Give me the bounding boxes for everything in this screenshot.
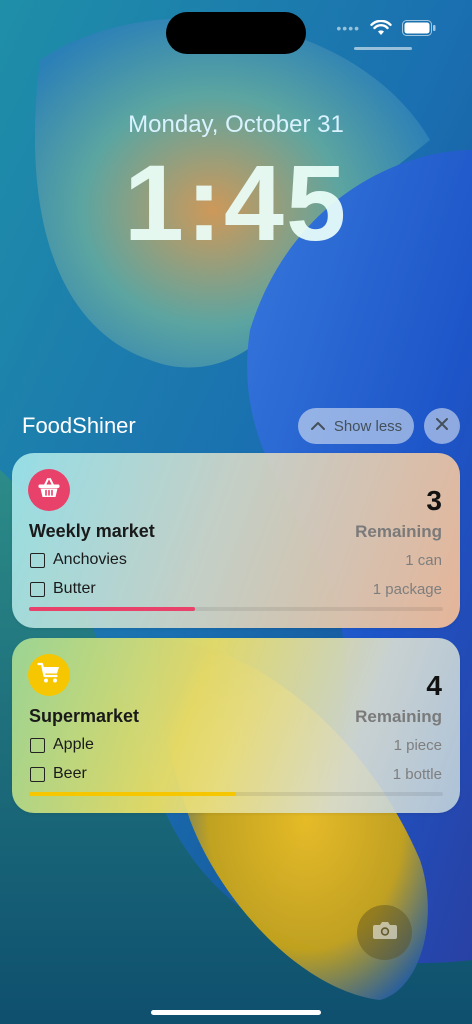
list-card-supermarket[interactable]: 4 Supermarket Remaining Apple 1 piece Be… [12, 638, 460, 813]
cart-badge [28, 654, 70, 696]
item-quantity: 1 package [372, 580, 442, 598]
item-quantity: 1 piece [393, 736, 442, 754]
close-icon [435, 417, 449, 436]
progress-track [29, 792, 443, 796]
show-less-label: Show less [333, 417, 403, 435]
basket-icon [37, 477, 61, 504]
status-indicator-line [354, 47, 412, 50]
remaining-label: Remaining [355, 522, 442, 541]
chevron-up-icon [310, 418, 326, 435]
camera-button[interactable] [357, 905, 412, 960]
app-name: FoodShiner [22, 413, 136, 438]
remaining-count: 3 [426, 485, 442, 516]
item-checkbox[interactable] [30, 581, 45, 597]
dynamic-island [166, 12, 306, 54]
list-title: Supermarket [29, 706, 140, 726]
item-name: Anchovies [53, 551, 127, 568]
lock-date: Monday, October 31 [128, 111, 344, 138]
lock-time: 1:45 [123, 142, 349, 263]
show-less-button[interactable]: Show less [298, 408, 414, 444]
camera-icon [372, 920, 398, 945]
cart-icon [37, 662, 61, 689]
remaining-label: Remaining [355, 707, 442, 726]
list-item[interactable]: Anchovies 1 can [30, 549, 442, 571]
item-checkbox[interactable] [30, 766, 45, 782]
progress-track [29, 607, 443, 611]
item-quantity: 1 bottle [392, 765, 442, 783]
notification-group-header: FoodShiner Show less [22, 408, 460, 444]
list-item[interactable]: Beer 1 bottle [30, 763, 442, 785]
remaining-count: 4 [426, 670, 442, 701]
progress-fill [29, 792, 236, 796]
list-item[interactable]: Apple 1 piece [30, 734, 442, 756]
item-name: Beer [53, 765, 87, 782]
item-quantity: 1 can [405, 551, 442, 569]
list-item[interactable]: Butter 1 package [30, 578, 442, 600]
wifi-icon [370, 20, 392, 36]
basket-badge [28, 469, 70, 511]
item-checkbox[interactable] [30, 552, 45, 568]
item-name: Butter [53, 580, 96, 597]
item-name: Apple [53, 736, 94, 753]
progress-fill [29, 607, 195, 611]
list-card-weekly-market[interactable]: 3 Weekly market Remaining Anchovies 1 ca… [12, 453, 460, 628]
cellular-signal: •••• [336, 20, 360, 36]
item-checkbox[interactable] [30, 737, 45, 753]
status-bar: •••• [336, 20, 436, 36]
home-indicator[interactable] [151, 1010, 321, 1015]
battery-icon [402, 20, 436, 36]
list-title: Weekly market [29, 521, 155, 541]
close-button[interactable] [424, 408, 460, 444]
